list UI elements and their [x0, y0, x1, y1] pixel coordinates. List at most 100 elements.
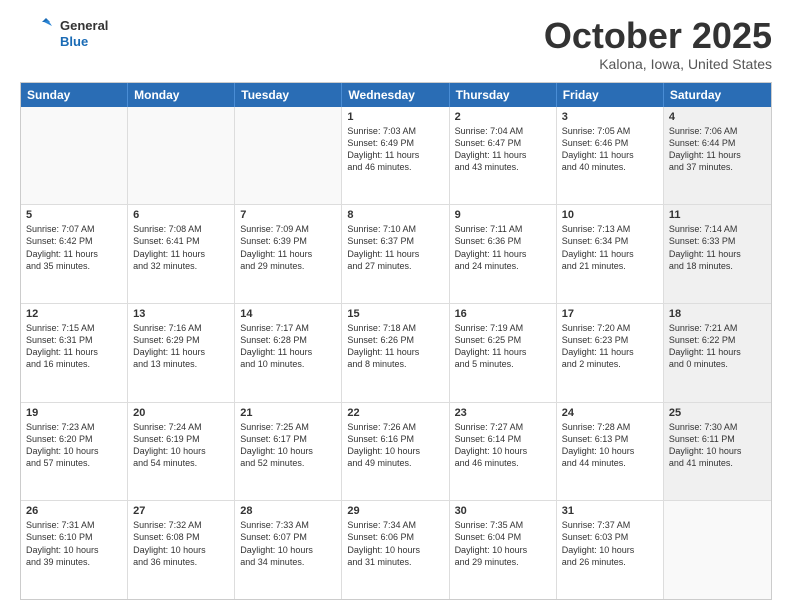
calendar-cell: 6 Sunrise: 7:08 AM Sunset: 6:41 PM Daylig… [128, 205, 235, 303]
cell-info: Sunrise: 7:14 AM Sunset: 6:33 PM Dayligh… [669, 223, 766, 272]
day-number: 6 [133, 209, 229, 221]
cell-info: Sunrise: 7:21 AM Sunset: 6:22 PM Dayligh… [669, 322, 766, 371]
calendar-cell: 14 Sunrise: 7:17 AM Sunset: 6:28 PM Dayli… [235, 304, 342, 402]
day-number: 17 [562, 308, 658, 320]
calendar-body: 1 Sunrise: 7:03 AM Sunset: 6:49 PM Daylig… [21, 107, 771, 599]
week-row-3: 12 Sunrise: 7:15 AM Sunset: 6:31 PM Dayli… [21, 304, 771, 403]
cell-info: Sunrise: 7:03 AM Sunset: 6:49 PM Dayligh… [347, 125, 443, 174]
week-row-1: 1 Sunrise: 7:03 AM Sunset: 6:49 PM Daylig… [21, 107, 771, 206]
calendar-cell: 10 Sunrise: 7:13 AM Sunset: 6:34 PM Dayli… [557, 205, 664, 303]
day-number: 13 [133, 308, 229, 320]
header-day-sunday: Sunday [21, 83, 128, 107]
calendar-cell: 31 Sunrise: 7:37 AM Sunset: 6:03 PM Dayli… [557, 501, 664, 599]
logo-blue: Blue [60, 34, 108, 50]
day-number: 1 [347, 111, 443, 123]
day-number: 29 [347, 505, 443, 517]
calendar-cell [21, 107, 128, 205]
calendar-cell: 11Sunrise: 7:14 AM Sunset: 6:33 PM Dayli… [664, 205, 771, 303]
cell-info: Sunrise: 7:31 AM Sunset: 6:10 PM Dayligh… [26, 519, 122, 568]
cell-info: Sunrise: 7:23 AM Sunset: 6:20 PM Dayligh… [26, 421, 122, 470]
cell-info: Sunrise: 7:27 AM Sunset: 6:14 PM Dayligh… [455, 421, 551, 470]
calendar-cell: 12 Sunrise: 7:15 AM Sunset: 6:31 PM Dayli… [21, 304, 128, 402]
calendar-cell: 4 Sunrise: 7:06 AM Sunset: 6:44 PM Daylig… [664, 107, 771, 205]
day-number: 20 [133, 407, 229, 419]
calendar-cell [128, 107, 235, 205]
calendar-cell: 2Sunrise: 7:04 AM Sunset: 6:47 PM Daylig… [450, 107, 557, 205]
calendar-cell: 9 Sunrise: 7:11 AM Sunset: 6:36 PM Daylig… [450, 205, 557, 303]
month-title: October 2025 [544, 16, 772, 56]
week-row-4: 19 Sunrise: 7:23 AM Sunset: 6:20 PM Dayli… [21, 403, 771, 502]
title-block: October 2025 Kalona, Iowa, United States [544, 16, 772, 72]
cell-info: Sunrise: 7:04 AM Sunset: 6:47 PM Dayligh… [455, 125, 551, 174]
header-day-thursday: Thursday [450, 83, 557, 107]
header-day-wednesday: Wednesday [342, 83, 449, 107]
calendar-cell: 17Sunrise: 7:20 AM Sunset: 6:23 PM Dayli… [557, 304, 664, 402]
week-row-2: 5Sunrise: 7:07 AM Sunset: 6:42 PM Daylig… [21, 205, 771, 304]
calendar-header: SundayMondayTuesdayWednesdayThursdayFrid… [21, 83, 771, 107]
header-day-monday: Monday [128, 83, 235, 107]
calendar-cell: 7Sunrise: 7:09 AM Sunset: 6:39 PM Daylig… [235, 205, 342, 303]
cell-info: Sunrise: 7:05 AM Sunset: 6:46 PM Dayligh… [562, 125, 658, 174]
calendar-cell: 29Sunrise: 7:34 AM Sunset: 6:06 PM Dayli… [342, 501, 449, 599]
calendar-cell [664, 501, 771, 599]
cell-info: Sunrise: 7:18 AM Sunset: 6:26 PM Dayligh… [347, 322, 443, 371]
logo-bird-icon [20, 16, 56, 52]
day-number: 14 [240, 308, 336, 320]
calendar-cell: 19 Sunrise: 7:23 AM Sunset: 6:20 PM Dayli… [21, 403, 128, 501]
cell-info: Sunrise: 7:33 AM Sunset: 6:07 PM Dayligh… [240, 519, 336, 568]
cell-info: Sunrise: 7:26 AM Sunset: 6:16 PM Dayligh… [347, 421, 443, 470]
cell-info: Sunrise: 7:13 AM Sunset: 6:34 PM Dayligh… [562, 223, 658, 272]
logo-general: General [60, 18, 108, 34]
calendar-cell: 30 Sunrise: 7:35 AM Sunset: 6:04 PM Dayli… [450, 501, 557, 599]
cell-info: Sunrise: 7:35 AM Sunset: 6:04 PM Dayligh… [455, 519, 551, 568]
cell-info: Sunrise: 7:11 AM Sunset: 6:36 PM Dayligh… [455, 223, 551, 272]
calendar-cell: 26 Sunrise: 7:31 AM Sunset: 6:10 PM Dayli… [21, 501, 128, 599]
calendar-cell: 8 Sunrise: 7:10 AM Sunset: 6:37 PM Daylig… [342, 205, 449, 303]
cell-info: Sunrise: 7:06 AM Sunset: 6:44 PM Dayligh… [669, 125, 766, 174]
calendar-cell: 22 Sunrise: 7:26 AM Sunset: 6:16 PM Dayli… [342, 403, 449, 501]
day-number: 21 [240, 407, 336, 419]
cell-info: Sunrise: 7:24 AM Sunset: 6:19 PM Dayligh… [133, 421, 229, 470]
day-number: 30 [455, 505, 551, 517]
cell-info: Sunrise: 7:08 AM Sunset: 6:41 PM Dayligh… [133, 223, 229, 272]
calendar-cell: 16 Sunrise: 7:19 AM Sunset: 6:25 PM Dayli… [450, 304, 557, 402]
day-number: 26 [26, 505, 122, 517]
day-number: 7 [240, 209, 336, 221]
calendar-cell: 15 Sunrise: 7:18 AM Sunset: 6:26 PM Dayli… [342, 304, 449, 402]
day-number: 10 [562, 209, 658, 221]
day-number: 9 [455, 209, 551, 221]
calendar-cell: 21Sunrise: 7:25 AM Sunset: 6:17 PM Dayli… [235, 403, 342, 501]
day-number: 15 [347, 308, 443, 320]
page: General Blue October 2025 Kalona, Iowa, … [0, 0, 792, 612]
cell-info: Sunrise: 7:19 AM Sunset: 6:25 PM Dayligh… [455, 322, 551, 371]
cell-info: Sunrise: 7:15 AM Sunset: 6:31 PM Dayligh… [26, 322, 122, 371]
header-day-friday: Friday [557, 83, 664, 107]
day-number: 19 [26, 407, 122, 419]
calendar-cell [235, 107, 342, 205]
day-number: 31 [562, 505, 658, 517]
day-number: 12 [26, 308, 122, 320]
calendar-cell: 3 Sunrise: 7:05 AM Sunset: 6:46 PM Daylig… [557, 107, 664, 205]
header: General Blue October 2025 Kalona, Iowa, … [20, 16, 772, 72]
location: Kalona, Iowa, United States [544, 56, 772, 72]
day-number: 4 [669, 111, 766, 123]
calendar-cell: 5Sunrise: 7:07 AM Sunset: 6:42 PM Daylig… [21, 205, 128, 303]
day-number: 3 [562, 111, 658, 123]
header-day-tuesday: Tuesday [235, 83, 342, 107]
calendar-cell: 23Sunrise: 7:27 AM Sunset: 6:14 PM Dayli… [450, 403, 557, 501]
day-number: 28 [240, 505, 336, 517]
calendar: SundayMondayTuesdayWednesdayThursdayFrid… [20, 82, 772, 600]
cell-info: Sunrise: 7:17 AM Sunset: 6:28 PM Dayligh… [240, 322, 336, 371]
calendar-cell: 25Sunrise: 7:30 AM Sunset: 6:11 PM Dayli… [664, 403, 771, 501]
cell-info: Sunrise: 7:30 AM Sunset: 6:11 PM Dayligh… [669, 421, 766, 470]
cell-info: Sunrise: 7:37 AM Sunset: 6:03 PM Dayligh… [562, 519, 658, 568]
day-number: 8 [347, 209, 443, 221]
day-number: 18 [669, 308, 766, 320]
calendar-cell: 27Sunrise: 7:32 AM Sunset: 6:08 PM Dayli… [128, 501, 235, 599]
logo: General Blue [20, 16, 108, 52]
calendar-cell: 24Sunrise: 7:28 AM Sunset: 6:13 PM Dayli… [557, 403, 664, 501]
cell-info: Sunrise: 7:10 AM Sunset: 6:37 PM Dayligh… [347, 223, 443, 272]
header-day-saturday: Saturday [664, 83, 771, 107]
day-number: 16 [455, 308, 551, 320]
day-number: 22 [347, 407, 443, 419]
